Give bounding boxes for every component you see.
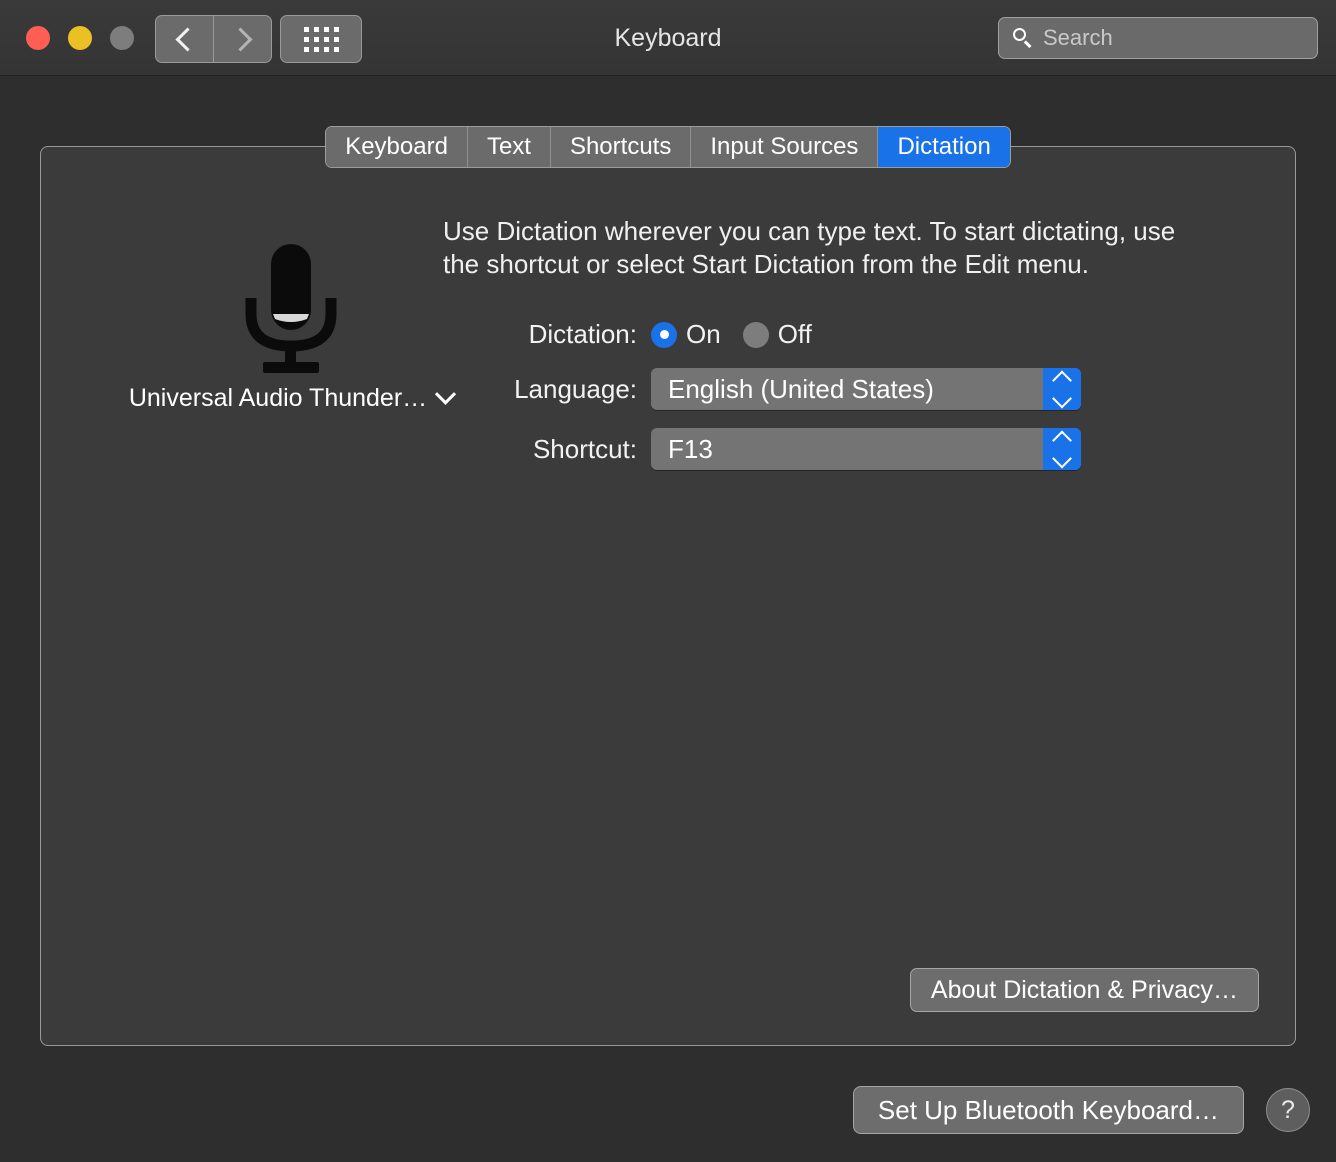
window-footer: Set Up Bluetooth Keyboard… ? [0, 1080, 1336, 1140]
back-button[interactable] [155, 15, 213, 63]
set-up-bluetooth-keyboard-button[interactable]: Set Up Bluetooth Keyboard… [853, 1086, 1244, 1134]
about-dictation-privacy-button[interactable]: About Dictation & Privacy… [910, 968, 1259, 1012]
dictation-form: Dictation: On Off Language: English (Uni… [41, 319, 1295, 488]
traffic-lights [26, 26, 134, 50]
language-label: Language: [41, 374, 651, 405]
shortcut-row: Shortcut: F13 [41, 428, 1295, 470]
radio-unselected-icon [743, 322, 769, 348]
chevron-down-icon [1052, 448, 1072, 468]
zoom-window-button[interactable] [110, 26, 134, 50]
shortcut-popup-button[interactable]: F13 [651, 428, 1081, 470]
dictation-radio-group: On Off [651, 319, 812, 350]
show-all-preferences-button[interactable] [280, 15, 362, 63]
language-stepper-icon[interactable] [1043, 368, 1081, 410]
window-titlebar: Keyboard Search [0, 0, 1336, 76]
dictation-radio-off[interactable]: Off [743, 319, 812, 350]
tab-keyboard[interactable]: Keyboard [326, 127, 468, 167]
dictation-on-label: On [686, 319, 721, 350]
search-placeholder: Search [1043, 25, 1113, 51]
shortcut-label: Shortcut: [41, 434, 651, 465]
tab-text[interactable]: Text [468, 127, 551, 167]
dictation-label: Dictation: [41, 319, 651, 350]
dictation-description: Use Dictation wherever you can type text… [443, 215, 1203, 281]
tab-shortcuts[interactable]: Shortcuts [551, 127, 691, 167]
language-popup-button[interactable]: English (United States) [651, 368, 1081, 410]
tab-group: Keyboard Text Shortcuts Input Sources Di… [325, 126, 1011, 168]
language-row: Language: English (United States) [41, 368, 1295, 410]
language-value: English (United States) [651, 374, 934, 405]
dictation-toggle-row: Dictation: On Off [41, 319, 1295, 350]
minimize-window-button[interactable] [68, 26, 92, 50]
help-button[interactable]: ? [1266, 1088, 1310, 1132]
close-window-button[interactable] [26, 26, 50, 50]
dictation-radio-on[interactable]: On [651, 319, 721, 350]
shortcut-stepper-icon[interactable] [1043, 428, 1081, 470]
tab-dictation[interactable]: Dictation [878, 127, 1009, 167]
chevron-up-icon [1052, 370, 1072, 390]
dictation-panel: Universal Audio Thunder… Use Dictation w… [40, 146, 1296, 1046]
dictation-off-label: Off [778, 319, 812, 350]
forward-button[interactable] [213, 15, 272, 63]
tab-bar: Keyboard Text Shortcuts Input Sources Di… [0, 126, 1336, 168]
chevron-left-icon [175, 27, 199, 51]
search-field[interactable]: Search [998, 17, 1318, 59]
search-icon [1013, 28, 1033, 48]
chevron-down-icon [1052, 388, 1072, 408]
navigation-buttons [155, 15, 272, 63]
shortcut-value: F13 [651, 434, 713, 465]
radio-selected-icon [651, 322, 677, 348]
chevron-right-icon [228, 27, 252, 51]
tab-input-sources[interactable]: Input Sources [691, 127, 878, 167]
grid-dots-icon [304, 27, 339, 52]
chevron-up-icon [1052, 430, 1072, 450]
